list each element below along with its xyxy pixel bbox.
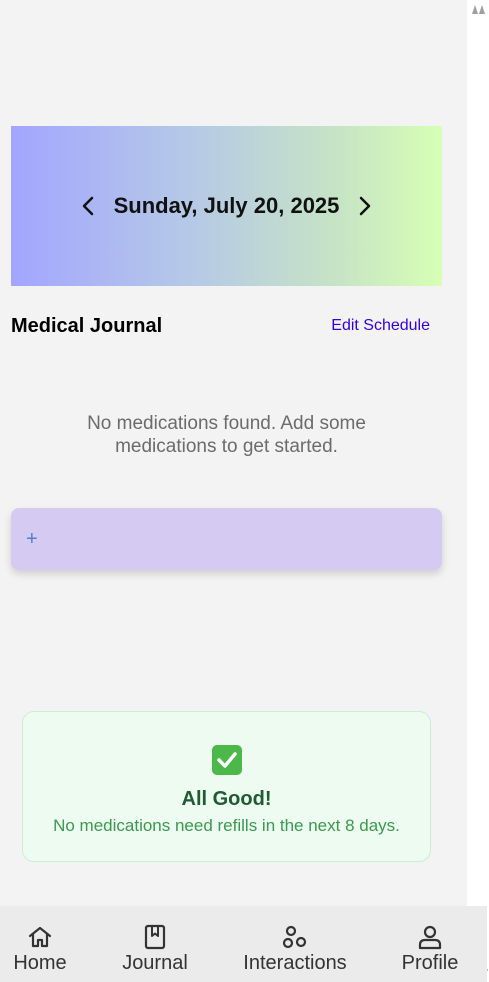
interactions-icon [282, 924, 308, 950]
app-viewport: Sunday, July 20, 2025 Medical Journal Ed… [0, 0, 467, 982]
refill-status-title: All Good! [181, 788, 272, 810]
bottom-navigation: Home Journal Interactions Profile [0, 906, 487, 982]
bookmark-icon [142, 924, 168, 950]
nav-label-home: Home [13, 952, 67, 974]
nav-item-profile[interactable]: Profile [398, 906, 462, 982]
plus-icon: + [26, 527, 38, 550]
journal-title: Medical Journal [11, 315, 163, 337]
current-date: Sunday, July 20, 2025 [113, 193, 340, 218]
chevron-right-icon[interactable] [351, 192, 379, 220]
user-icon [417, 924, 443, 950]
check-mark-icon [212, 745, 242, 775]
chevron-left-icon[interactable] [74, 192, 102, 220]
date-banner: Sunday, July 20, 2025 [11, 126, 442, 286]
refill-status-message: No medications need refills in the next … [53, 816, 400, 835]
nav-label-profile: Profile [401, 952, 459, 974]
scroll-up-arrow-icon[interactable] [471, 2, 485, 14]
home-icon [27, 924, 53, 950]
edit-schedule-link[interactable]: Edit Schedule [331, 317, 430, 335]
scrollbar[interactable] [467, 0, 489, 982]
nav-item-home[interactable]: Home [8, 906, 72, 982]
nav-item-journal[interactable]: Journal [116, 906, 194, 982]
nav-item-interactions[interactable]: Interactions [238, 906, 352, 982]
refill-status-card: All Good! No medications need refills in… [22, 711, 431, 862]
nav-label-interactions: Interactions [243, 952, 347, 974]
empty-medications-message: No medications found. Add some medicatio… [87, 413, 366, 457]
nav-label-journal: Journal [122, 952, 188, 974]
add-medication-button[interactable]: + [11, 508, 442, 570]
